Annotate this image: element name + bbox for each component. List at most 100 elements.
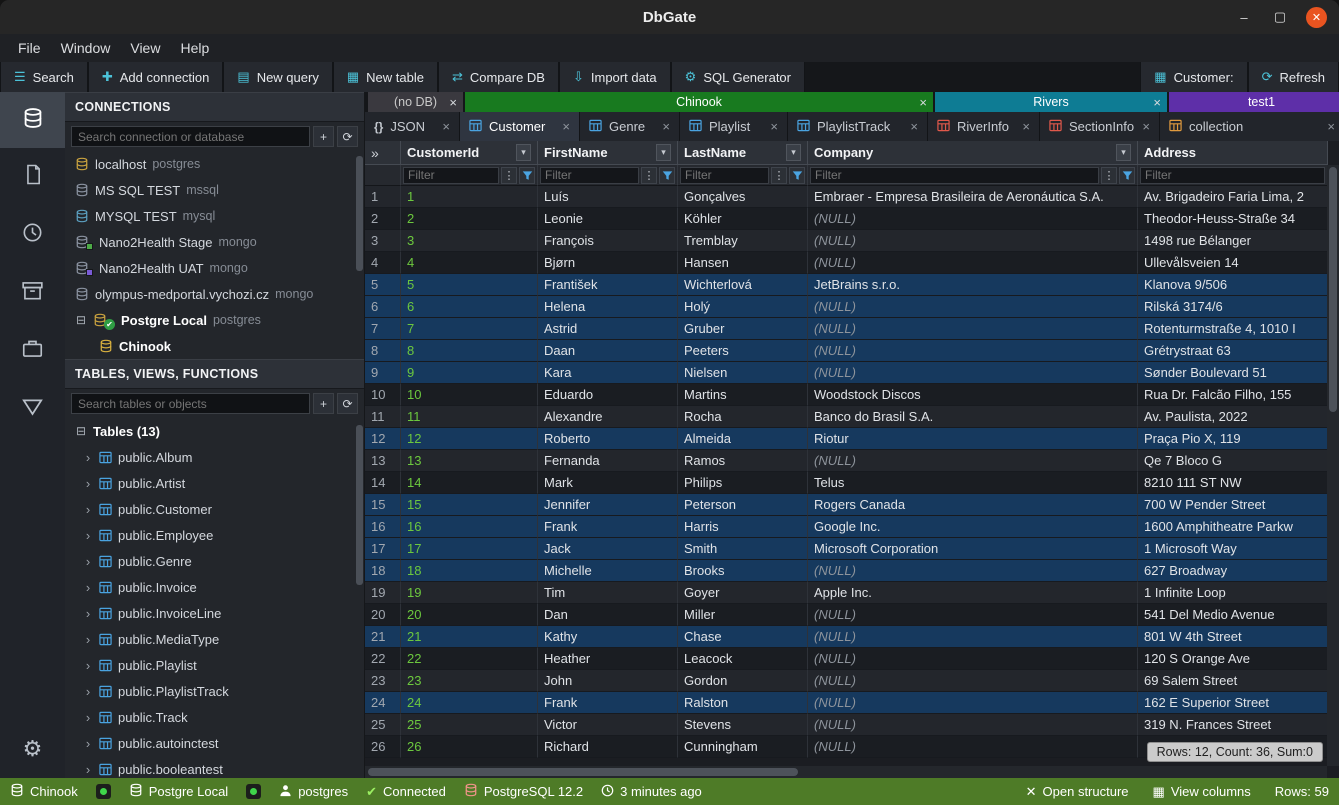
table-item-public-artist[interactable]: ›public.Artist bbox=[65, 470, 364, 496]
cell-firstname[interactable]: John bbox=[538, 670, 678, 692]
cell-firstname[interactable]: Leonie bbox=[538, 208, 678, 230]
cell-address[interactable]: Av. Paulista, 2022 bbox=[1138, 406, 1328, 428]
cell-address[interactable]: Praça Pio X, 119 bbox=[1138, 428, 1328, 450]
filter-menu-icon[interactable]: ⋮ bbox=[771, 167, 787, 184]
toolbar-button-new-query[interactable]: ▤New query bbox=[223, 62, 332, 92]
cell-address[interactable]: 801 W 4th Street bbox=[1138, 626, 1328, 648]
cell-lastname[interactable]: Wichterlová bbox=[678, 274, 808, 296]
rail-archive-icon[interactable] bbox=[0, 264, 65, 322]
table-row[interactable]: 1414MarkPhilipsTelus8210 111 ST NW bbox=[365, 472, 1339, 494]
table-item-public-invoiceline[interactable]: ›public.InvoiceLine bbox=[65, 600, 364, 626]
cell-customerid[interactable]: 9 bbox=[401, 362, 538, 384]
cell-company[interactable]: (NULL) bbox=[808, 296, 1138, 318]
cell-address[interactable]: 1498 rue Bélanger bbox=[1138, 230, 1328, 252]
cell-customerid[interactable]: 15 bbox=[401, 494, 538, 516]
cell-lastname[interactable]: Peterson bbox=[678, 494, 808, 516]
cell-address[interactable]: Theodor-Heuss-Straße 34 bbox=[1138, 208, 1328, 230]
table-row[interactable]: 77AstridGruber(NULL)Rotenturmstraße 4, 1… bbox=[365, 318, 1339, 340]
cell-firstname[interactable]: Astrid bbox=[538, 318, 678, 340]
cell-customerid[interactable]: 8 bbox=[401, 340, 538, 362]
file-tab-collection[interactable]: collection× bbox=[1160, 112, 1339, 141]
cell-lastname[interactable]: Smith bbox=[678, 538, 808, 560]
cell-lastname[interactable]: Rocha bbox=[678, 406, 808, 428]
cell-address[interactable]: 627 Broadway bbox=[1138, 560, 1328, 582]
column-header-customerid[interactable]: CustomerId▾ bbox=[401, 141, 538, 165]
cell-firstname[interactable]: Eduardo bbox=[538, 384, 678, 406]
statusbar-item-connected[interactable]: ✔Connected bbox=[366, 784, 446, 800]
statusbar-item-3-minutes-ago[interactable]: 3 minutes ago bbox=[601, 784, 702, 800]
column-dropdown-icon[interactable]: ▾ bbox=[1116, 144, 1131, 161]
rail-history-icon[interactable] bbox=[0, 206, 65, 264]
close-tab-icon[interactable]: × bbox=[662, 120, 670, 133]
table-row[interactable]: 99KaraNielsen(NULL)Sønder Boulevard 51 bbox=[365, 362, 1339, 384]
cell-customerid[interactable]: 19 bbox=[401, 582, 538, 604]
cell-lastname[interactable]: Ramos bbox=[678, 450, 808, 472]
cell-customerid[interactable]: 23 bbox=[401, 670, 538, 692]
cell-customerid[interactable]: 18 bbox=[401, 560, 538, 582]
connection-item-localhost[interactable]: localhostpostgres bbox=[65, 151, 364, 177]
table-row[interactable]: 1717JackSmithMicrosoft Corporation1 Micr… bbox=[365, 538, 1339, 560]
table-item-public-playlisttrack[interactable]: ›public.PlaylistTrack bbox=[65, 678, 364, 704]
cell-company[interactable]: (NULL) bbox=[808, 230, 1138, 252]
cell-customerid[interactable]: 24 bbox=[401, 692, 538, 714]
toolbar-button-customer[interactable]: ▦Customer: bbox=[1140, 62, 1247, 92]
minimize-button[interactable]: – bbox=[1234, 7, 1254, 27]
cell-address[interactable]: Qe 7 Bloco G bbox=[1138, 450, 1328, 472]
statusbar-item-postgresql-12-2[interactable]: PostgreSQL 12.2 bbox=[464, 783, 583, 800]
cell-lastname[interactable]: Harris bbox=[678, 516, 808, 538]
add-connection-mini-button[interactable]: + bbox=[313, 126, 334, 147]
refresh-tables-button[interactable]: ⟳ bbox=[337, 393, 358, 414]
cell-firstname[interactable]: Richard bbox=[538, 736, 678, 758]
cell-customerid[interactable]: 25 bbox=[401, 714, 538, 736]
table-row[interactable]: 2424FrankRalston(NULL)162 E Superior Str… bbox=[365, 692, 1339, 714]
cell-company[interactable]: Banco do Brasil S.A. bbox=[808, 406, 1138, 428]
cell-address[interactable]: 1 Infinite Loop bbox=[1138, 582, 1328, 604]
cell-firstname[interactable]: Dan bbox=[538, 604, 678, 626]
statusbar-item-chinook[interactable]: Chinook bbox=[10, 783, 78, 800]
close-tab-icon[interactable]: × bbox=[1327, 120, 1335, 133]
cell-customerid[interactable]: 14 bbox=[401, 472, 538, 494]
filter-funnel-icon[interactable] bbox=[659, 167, 675, 184]
connections-scrollbar[interactable] bbox=[356, 156, 363, 271]
cell-lastname[interactable]: Almeida bbox=[678, 428, 808, 450]
file-tab-playlist[interactable]: Playlist× bbox=[680, 112, 788, 141]
cell-customerid[interactable]: 1 bbox=[401, 186, 538, 208]
column-header-company[interactable]: Company▾ bbox=[808, 141, 1138, 165]
db-tab-test1[interactable]: test1× bbox=[1169, 92, 1339, 112]
column-header-firstname[interactable]: FirstName▾ bbox=[538, 141, 678, 165]
file-tab-genre[interactable]: Genre× bbox=[580, 112, 680, 141]
cell-company[interactable]: (NULL) bbox=[808, 208, 1138, 230]
column-dropdown-icon[interactable]: ▾ bbox=[786, 144, 801, 161]
table-item-public-employee[interactable]: ›public.Employee bbox=[65, 522, 364, 548]
filter-input-firstname[interactable] bbox=[540, 167, 639, 184]
table-item-public-mediatype[interactable]: ›public.MediaType bbox=[65, 626, 364, 652]
cell-lastname[interactable]: Leacock bbox=[678, 648, 808, 670]
rail-gear-icon[interactable]: ⚙ bbox=[0, 720, 65, 778]
row-number[interactable]: 23 bbox=[365, 670, 401, 692]
connection-item-olympus-medportal-vychozi-cz[interactable]: olympus-medportal.vychozi.czmongo bbox=[65, 281, 364, 307]
cell-firstname[interactable]: Roberto bbox=[538, 428, 678, 450]
cell-firstname[interactable]: Kara bbox=[538, 362, 678, 384]
cell-lastname[interactable]: Cunningham bbox=[678, 736, 808, 758]
cell-lastname[interactable]: Peeters bbox=[678, 340, 808, 362]
file-tab-riverinfo[interactable]: RiverInfo× bbox=[928, 112, 1040, 141]
cell-lastname[interactable]: Gonçalves bbox=[678, 186, 808, 208]
cell-address[interactable]: Rua Dr. Falcão Filho, 155 bbox=[1138, 384, 1328, 406]
cell-company[interactable]: (NULL) bbox=[808, 670, 1138, 692]
cell-customerid[interactable]: 3 bbox=[401, 230, 538, 252]
filter-funnel-icon[interactable] bbox=[1119, 167, 1135, 184]
cell-company[interactable]: (NULL) bbox=[808, 340, 1138, 362]
table-row[interactable]: 1212RobertoAlmeidaRioturPraça Pio X, 119 bbox=[365, 428, 1339, 450]
cell-firstname[interactable]: Jack bbox=[538, 538, 678, 560]
table-row[interactable]: 44BjørnHansen(NULL)Ullevålsveien 14 bbox=[365, 252, 1339, 274]
row-number[interactable]: 13 bbox=[365, 450, 401, 472]
cell-firstname[interactable]: Heather bbox=[538, 648, 678, 670]
statusbar-item-postgre-local[interactable]: Postgre Local bbox=[129, 783, 229, 800]
filter-input-lastname[interactable] bbox=[680, 167, 769, 184]
filter-input-address[interactable] bbox=[1140, 167, 1325, 184]
cell-customerid[interactable]: 21 bbox=[401, 626, 538, 648]
connection-item-chinook[interactable]: Chinook bbox=[65, 333, 364, 359]
row-number[interactable]: 12 bbox=[365, 428, 401, 450]
cell-firstname[interactable]: Daan bbox=[538, 340, 678, 362]
row-number[interactable]: 16 bbox=[365, 516, 401, 538]
